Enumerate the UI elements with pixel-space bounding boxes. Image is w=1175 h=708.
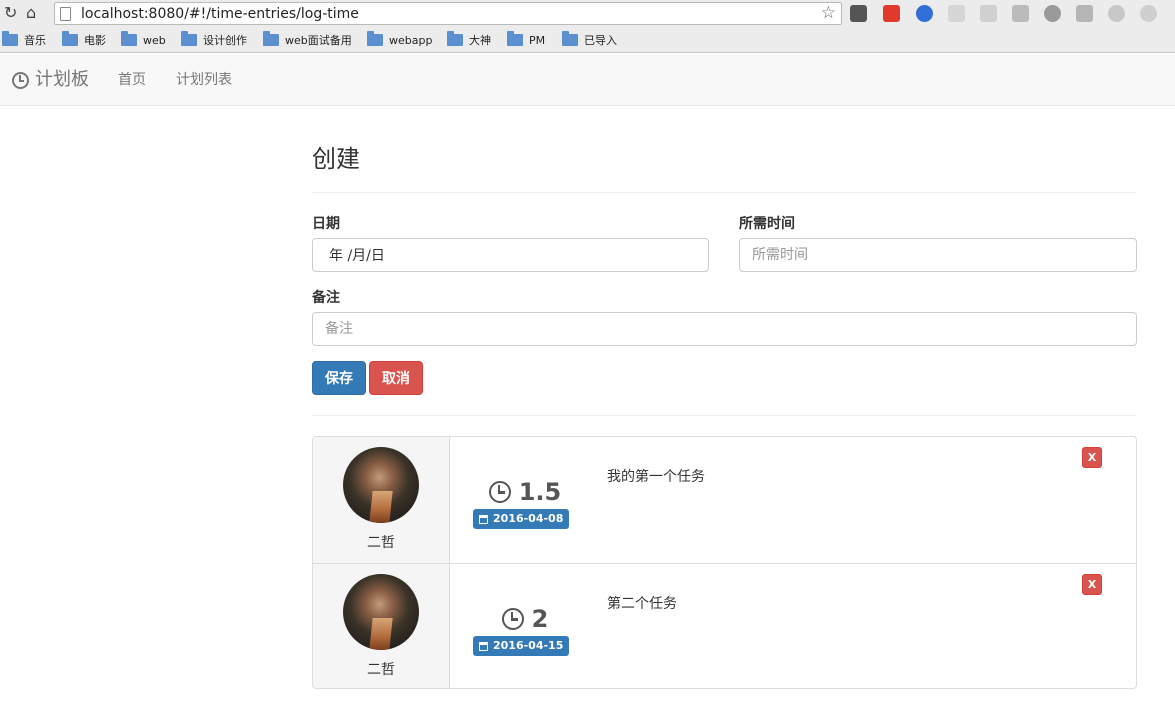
clock-icon [12, 71, 29, 89]
nav-link-home[interactable]: 首页 [118, 71, 146, 89]
date-label: 日期 [312, 216, 340, 232]
calendar-icon [479, 514, 488, 524]
time-entry-row: 二哲 2 2016-04-15 第二个任务 X [313, 563, 1136, 688]
app-navbar: 计划板 首页 计划列表 [0, 54, 1175, 106]
calendar-icon [479, 641, 488, 651]
hours-value: 1.5 [518, 478, 562, 506]
browser-toolbar: ↻ ⌂ localhost:8080/#!/time-entries/log-t… [0, 0, 1175, 28]
date-value: 2016-04-08 [493, 512, 564, 525]
extension-icon[interactable] [948, 5, 965, 22]
date-badge: 2016-04-08 [473, 509, 570, 529]
avatar [343, 574, 419, 650]
clock-icon [488, 481, 511, 503]
bookmark-folder[interactable]: PM [507, 31, 545, 48]
time-entry-list: 二哲 1.5 2016-04-08 我的第一个任务 X 二哲 2 2016-04… [312, 436, 1137, 689]
user-name: 二哲 [367, 535, 395, 551]
hours-value: 2 [531, 605, 549, 633]
cancel-button[interactable]: 取消 [369, 361, 423, 395]
folder-icon [263, 31, 279, 46]
folder-icon [62, 31, 78, 46]
delete-entry-button[interactable]: X [1082, 574, 1102, 595]
clock-icon [501, 608, 524, 630]
page-title: 创建 [312, 145, 360, 173]
bookmark-folder[interactable]: 已导入 [562, 31, 617, 48]
entry-comment: 我的第一个任务 [607, 469, 705, 485]
avatar [343, 447, 419, 523]
entry-user-cell: 二哲 [313, 437, 450, 563]
date-input[interactable] [312, 238, 709, 272]
extension-icon[interactable] [1076, 5, 1093, 22]
folder-icon [447, 31, 463, 46]
extension-icon[interactable] [1012, 5, 1029, 22]
comment-input[interactable] [312, 312, 1137, 346]
bookmark-folder[interactable]: web面试备用 [263, 31, 352, 48]
divider [312, 415, 1136, 416]
entry-hours: 2 [451, 605, 599, 633]
entry-comment: 第二个任务 [607, 596, 677, 612]
entry-time-cell: 1.5 2016-04-08 [451, 437, 599, 563]
folder-icon [2, 31, 18, 46]
delete-entry-button[interactable]: X [1082, 447, 1102, 468]
bookmark-folder[interactable]: web [121, 31, 166, 48]
folder-icon [562, 31, 578, 46]
url-text: localhost:8080/#!/time-entries/log-time [81, 6, 359, 22]
date-badge: 2016-04-15 [473, 636, 570, 656]
folder-icon [367, 31, 383, 46]
home-icon[interactable]: ⌂ [26, 4, 36, 22]
date-value: 2016-04-15 [493, 639, 564, 652]
page-icon [60, 7, 71, 21]
brand-name: 计划板 [35, 69, 89, 90]
bookmark-folder[interactable]: 音乐 [2, 31, 46, 48]
address-bar[interactable]: localhost:8080/#!/time-entries/log-time … [54, 2, 842, 25]
bookmark-folder[interactable]: 设计创作 [181, 31, 247, 48]
bookmarks-bar: 音乐 电影 web 设计创作 web面试备用 webapp 大神 PM 已导入 [0, 28, 1175, 53]
user-name: 二哲 [367, 662, 395, 678]
folder-icon [121, 31, 137, 46]
bookmark-star-icon[interactable]: ☆ [821, 3, 836, 23]
reload-icon[interactable]: ↻ [4, 4, 17, 22]
nav-link-plan-list[interactable]: 计划列表 [176, 71, 232, 89]
extension-icon[interactable] [1108, 5, 1125, 22]
entry-user-cell: 二哲 [313, 564, 450, 688]
extension-icon[interactable] [916, 5, 933, 22]
extension-icon[interactable] [883, 5, 900, 22]
time-entry-row: 二哲 1.5 2016-04-08 我的第一个任务 X [313, 437, 1136, 563]
divider [312, 192, 1136, 193]
duration-input[interactable] [739, 238, 1137, 272]
comment-label: 备注 [312, 290, 340, 306]
entry-time-cell: 2 2016-04-15 [451, 564, 599, 688]
extension-icon[interactable] [1140, 5, 1157, 22]
bookmark-folder[interactable]: 电影 [62, 31, 106, 48]
save-button[interactable]: 保存 [312, 361, 366, 395]
bookmark-folder[interactable]: webapp [367, 31, 432, 48]
folder-icon [181, 31, 197, 46]
entry-hours: 1.5 [451, 478, 599, 506]
folder-icon [507, 31, 523, 46]
extension-icon[interactable] [850, 5, 867, 22]
brand-link[interactable]: 计划板 [12, 69, 89, 91]
extension-icon[interactable] [980, 5, 997, 22]
duration-label: 所需时间 [739, 216, 795, 232]
extension-icon[interactable] [1044, 5, 1061, 22]
bookmark-folder[interactable]: 大神 [447, 31, 491, 48]
